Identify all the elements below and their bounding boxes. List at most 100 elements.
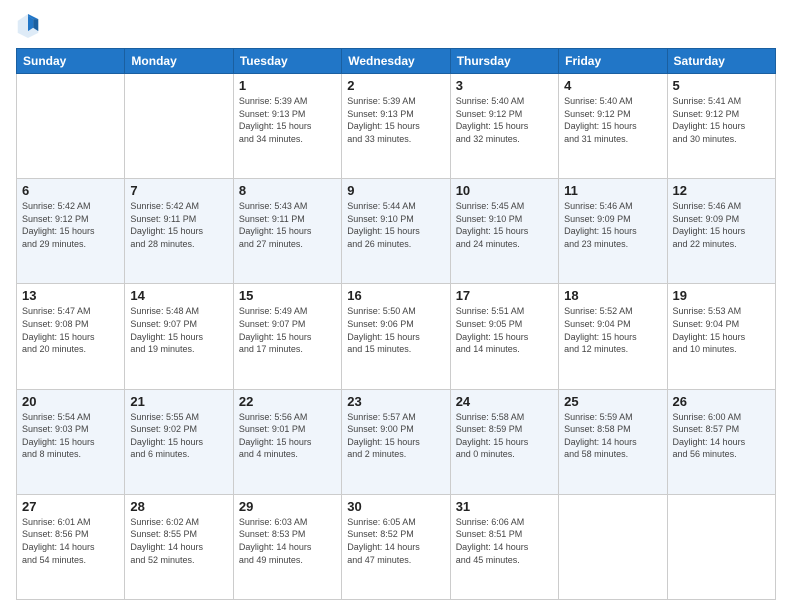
day-info: Sunrise: 6:06 AM Sunset: 8:51 PM Dayligh… [456,516,553,566]
day-info: Sunrise: 6:05 AM Sunset: 8:52 PM Dayligh… [347,516,444,566]
day-info: Sunrise: 5:57 AM Sunset: 9:00 PM Dayligh… [347,411,444,461]
page: SundayMondayTuesdayWednesdayThursdayFrid… [0,0,792,612]
day-info: Sunrise: 5:45 AM Sunset: 9:10 PM Dayligh… [456,200,553,250]
day-cell: 25 Sunrise: 5:59 AM Sunset: 8:58 PM Dayli… [559,389,667,494]
day-number: 13 [22,288,119,303]
day-number: 24 [456,394,553,409]
day-number: 19 [673,288,770,303]
day-cell: 20 Sunrise: 5:54 AM Sunset: 9:03 PM Dayli… [17,389,125,494]
day-info: Sunrise: 5:46 AM Sunset: 9:09 PM Dayligh… [673,200,770,250]
day-number: 17 [456,288,553,303]
day-number: 25 [564,394,661,409]
day-info: Sunrise: 5:40 AM Sunset: 9:12 PM Dayligh… [564,95,661,145]
day-cell: 31 Sunrise: 6:06 AM Sunset: 8:51 PM Dayli… [450,494,558,599]
weekday-tuesday: Tuesday [233,49,341,74]
day-number: 31 [456,499,553,514]
week-row-5: 27 Sunrise: 6:01 AM Sunset: 8:56 PM Dayli… [17,494,776,599]
day-cell [125,74,233,179]
day-cell: 1 Sunrise: 5:39 AM Sunset: 9:13 PM Daylig… [233,74,341,179]
day-cell: 21 Sunrise: 5:55 AM Sunset: 9:02 PM Dayli… [125,389,233,494]
day-info: Sunrise: 5:42 AM Sunset: 9:11 PM Dayligh… [130,200,227,250]
day-cell: 19 Sunrise: 5:53 AM Sunset: 9:04 PM Dayli… [667,284,775,389]
day-cell: 28 Sunrise: 6:02 AM Sunset: 8:55 PM Dayli… [125,494,233,599]
day-cell: 27 Sunrise: 6:01 AM Sunset: 8:56 PM Dayli… [17,494,125,599]
day-cell: 4 Sunrise: 5:40 AM Sunset: 9:12 PM Daylig… [559,74,667,179]
day-cell: 14Sunrise: 5:48 AM Sunset: 9:07 PM Dayli… [125,284,233,389]
day-info: Sunrise: 5:53 AM Sunset: 9:04 PM Dayligh… [673,305,770,355]
day-info: Sunrise: 6:02 AM Sunset: 8:55 PM Dayligh… [130,516,227,566]
day-number: 29 [239,499,336,514]
day-info: Sunrise: 6:01 AM Sunset: 8:56 PM Dayligh… [22,516,119,566]
day-info: Sunrise: 5:48 AM Sunset: 9:07 PM Dayligh… [130,305,227,355]
day-number: 23 [347,394,444,409]
day-cell: 12 Sunrise: 5:46 AM Sunset: 9:09 PM Dayli… [667,179,775,284]
day-info: Sunrise: 5:58 AM Sunset: 8:59 PM Dayligh… [456,411,553,461]
week-row-2: 6 Sunrise: 5:42 AM Sunset: 9:12 PM Daylig… [17,179,776,284]
day-info: Sunrise: 5:46 AM Sunset: 9:09 PM Dayligh… [564,200,661,250]
day-cell [559,494,667,599]
header [16,12,776,40]
day-cell: 5Sunrise: 5:41 AM Sunset: 9:12 PM Daylig… [667,74,775,179]
week-row-3: 13 Sunrise: 5:47 AM Sunset: 9:08 PM Dayli… [17,284,776,389]
day-number: 15 [239,288,336,303]
day-info: Sunrise: 5:51 AM Sunset: 9:05 PM Dayligh… [456,305,553,355]
day-cell: 26Sunrise: 6:00 AM Sunset: 8:57 PM Dayli… [667,389,775,494]
weekday-sunday: Sunday [17,49,125,74]
day-number: 27 [22,499,119,514]
day-cell [17,74,125,179]
day-info: Sunrise: 5:40 AM Sunset: 9:12 PM Dayligh… [456,95,553,145]
day-number: 10 [456,183,553,198]
day-number: 11 [564,183,661,198]
day-info: Sunrise: 5:39 AM Sunset: 9:13 PM Dayligh… [347,95,444,145]
day-number: 18 [564,288,661,303]
day-cell [667,494,775,599]
day-info: Sunrise: 5:42 AM Sunset: 9:12 PM Dayligh… [22,200,119,250]
day-number: 6 [22,183,119,198]
day-info: Sunrise: 5:47 AM Sunset: 9:08 PM Dayligh… [22,305,119,355]
day-cell: 16Sunrise: 5:50 AM Sunset: 9:06 PM Dayli… [342,284,450,389]
day-cell: 17 Sunrise: 5:51 AM Sunset: 9:05 PM Dayli… [450,284,558,389]
weekday-friday: Friday [559,49,667,74]
weekday-saturday: Saturday [667,49,775,74]
weekday-thursday: Thursday [450,49,558,74]
day-cell: 7Sunrise: 5:42 AM Sunset: 9:11 PM Daylig… [125,179,233,284]
weekday-header-row: SundayMondayTuesdayWednesdayThursdayFrid… [17,49,776,74]
day-number: 22 [239,394,336,409]
day-info: Sunrise: 5:59 AM Sunset: 8:58 PM Dayligh… [564,411,661,461]
day-cell: 30Sunrise: 6:05 AM Sunset: 8:52 PM Dayli… [342,494,450,599]
week-row-1: 1 Sunrise: 5:39 AM Sunset: 9:13 PM Daylig… [17,74,776,179]
day-number: 20 [22,394,119,409]
day-info: Sunrise: 5:52 AM Sunset: 9:04 PM Dayligh… [564,305,661,355]
day-info: Sunrise: 5:55 AM Sunset: 9:02 PM Dayligh… [130,411,227,461]
day-info: Sunrise: 5:43 AM Sunset: 9:11 PM Dayligh… [239,200,336,250]
day-cell: 11 Sunrise: 5:46 AM Sunset: 9:09 PM Dayli… [559,179,667,284]
day-number: 12 [673,183,770,198]
day-info: Sunrise: 5:56 AM Sunset: 9:01 PM Dayligh… [239,411,336,461]
day-cell: 24 Sunrise: 5:58 AM Sunset: 8:59 PM Dayli… [450,389,558,494]
day-number: 21 [130,394,227,409]
day-cell: 2 Sunrise: 5:39 AM Sunset: 9:13 PM Daylig… [342,74,450,179]
day-cell: 10 Sunrise: 5:45 AM Sunset: 9:10 PM Dayli… [450,179,558,284]
day-number: 1 [239,78,336,93]
day-number: 26 [673,394,770,409]
day-info: Sunrise: 5:39 AM Sunset: 9:13 PM Dayligh… [239,95,336,145]
day-cell: 13 Sunrise: 5:47 AM Sunset: 9:08 PM Dayli… [17,284,125,389]
day-cell: 3Sunrise: 5:40 AM Sunset: 9:12 PM Daylig… [450,74,558,179]
day-number: 2 [347,78,444,93]
day-number: 5 [673,78,770,93]
day-cell: 6 Sunrise: 5:42 AM Sunset: 9:12 PM Daylig… [17,179,125,284]
day-cell: 15 Sunrise: 5:49 AM Sunset: 9:07 PM Dayli… [233,284,341,389]
day-cell: 22 Sunrise: 5:56 AM Sunset: 9:01 PM Dayli… [233,389,341,494]
day-cell: 9Sunrise: 5:44 AM Sunset: 9:10 PM Daylig… [342,179,450,284]
calendar: SundayMondayTuesdayWednesdayThursdayFrid… [16,48,776,600]
day-info: Sunrise: 5:44 AM Sunset: 9:10 PM Dayligh… [347,200,444,250]
logo-icon [16,12,40,40]
day-info: Sunrise: 5:54 AM Sunset: 9:03 PM Dayligh… [22,411,119,461]
day-number: 4 [564,78,661,93]
day-cell: 29Sunrise: 6:03 AM Sunset: 8:53 PM Dayli… [233,494,341,599]
logo [16,12,44,40]
day-number: 28 [130,499,227,514]
day-info: Sunrise: 5:49 AM Sunset: 9:07 PM Dayligh… [239,305,336,355]
week-row-4: 20 Sunrise: 5:54 AM Sunset: 9:03 PM Dayli… [17,389,776,494]
day-cell: 23 Sunrise: 5:57 AM Sunset: 9:00 PM Dayli… [342,389,450,494]
